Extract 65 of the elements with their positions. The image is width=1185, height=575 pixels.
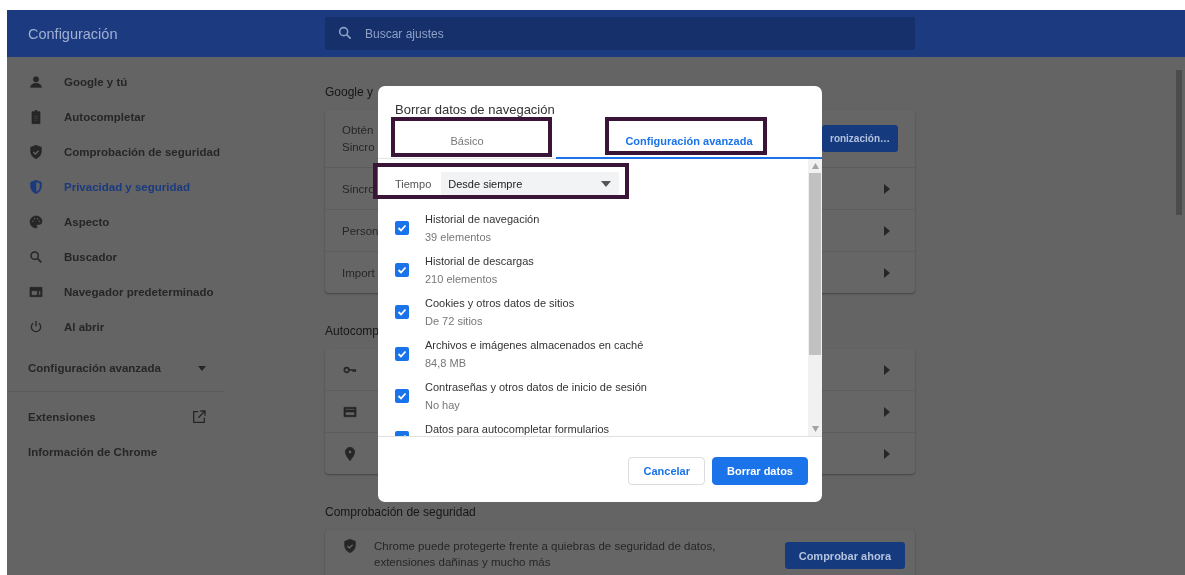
chevron-right-icon: [883, 225, 891, 236]
section-title: Comprobación de seguridad: [325, 505, 476, 519]
page-title: Configuración: [27, 25, 119, 42]
chevron-right-icon: [883, 267, 891, 278]
safety-check-description: Chrome puede protegerte frente a quiebras de seguridad de datos, extensiones dañinas y mucho más: [374, 539, 717, 570]
row-title: Person: [342, 224, 379, 237]
item-title: Cookies y otros datos de sitios: [425, 296, 575, 309]
pin-icon: [342, 445, 358, 462]
item-subtitle: No hay: [425, 398, 461, 412]
sidebar-item[interactable]: Autocompletar: [7, 99, 225, 134]
page-scrollbar[interactable]: [1176, 70, 1182, 215]
check-now-button[interactable]: Comprobar ahora: [784, 542, 905, 569]
sync-button[interactable]: ronización…: [822, 125, 898, 152]
external-link-icon: [191, 408, 207, 425]
sidebar-item[interactable]: Buscador: [7, 239, 225, 274]
clear-data-button[interactable]: Borrar datos: [711, 457, 808, 485]
checkbox[interactable]: [395, 221, 409, 235]
sidebar-item[interactable]: Google y tú: [7, 64, 225, 99]
shield-check-icon: [28, 143, 44, 160]
sidebar-link[interactable]: Extensiones: [7, 399, 225, 434]
clipboard-icon: [28, 108, 44, 125]
shield-icon: [28, 178, 44, 195]
checkbox[interactable]: [395, 389, 409, 403]
chevron-right-icon: [883, 448, 891, 459]
item-subtitle: 84,8 MB: [425, 356, 467, 370]
section-title: Autocomp: [325, 324, 380, 338]
search-field[interactable]: Buscar ajustes: [325, 17, 915, 50]
shield-check-icon: [342, 538, 358, 554]
checkbox[interactable]: [395, 305, 409, 319]
sidebar-item[interactable]: Navegador predeterminado: [7, 274, 225, 309]
item-title: Contraseñas y otros datos de inicio de sesión: [425, 380, 647, 393]
cancel-button[interactable]: Cancelar: [628, 457, 705, 485]
dialog-title: Borrar datos de navegación: [394, 101, 556, 118]
checkbox[interactable]: [395, 347, 409, 361]
item-title: Historial de descargas: [425, 254, 534, 267]
sidebar-link[interactable]: Información de Chrome: [7, 434, 225, 469]
item-subtitle: 210 elementos: [425, 272, 499, 286]
checkbox[interactable]: [395, 263, 409, 277]
sidebar-item[interactable]: Comprobación de seguridad: [7, 134, 225, 169]
section-title: Google y: [325, 85, 374, 99]
item-title: Archivos e imágenes almacenados en caché: [425, 338, 644, 351]
person-icon: [28, 73, 44, 90]
chevron-right-icon: [883, 183, 891, 194]
dialog-tab[interactable]: Configuración avanzada: [556, 120, 822, 159]
row-subtitle: Sincro: [342, 141, 375, 153]
item-subtitle: 39 elementos: [425, 230, 493, 244]
chevron-right-icon: [883, 364, 891, 375]
time-range-dropdown[interactable]: Desde siempre: [441, 172, 620, 195]
search-icon: [28, 248, 44, 265]
item-subtitle: De 72 sitios: [425, 314, 484, 328]
row-title: Import: [342, 266, 375, 279]
palette-icon: [28, 213, 44, 230]
item-title: Datos para autocompletar formularios: [425, 422, 610, 435]
search-icon: [337, 25, 353, 41]
row-title: Obtén: [342, 124, 374, 136]
power-icon: [28, 318, 44, 335]
sidebar-item[interactable]: Al abrir: [7, 309, 225, 344]
item-title: Historial de navegación: [425, 212, 540, 225]
sidebar-item[interactable]: Privacidad y seguridad: [7, 169, 225, 204]
dialog-tab[interactable]: Básico: [378, 120, 556, 159]
time-label: Tiempo: [395, 177, 432, 190]
chevron-right-icon: [883, 406, 891, 417]
sidebar-item[interactable]: Aspecto: [7, 204, 225, 239]
advanced-settings-toggle[interactable]: Configuración avanzada: [7, 344, 225, 392]
caret-icon: [601, 180, 612, 187]
